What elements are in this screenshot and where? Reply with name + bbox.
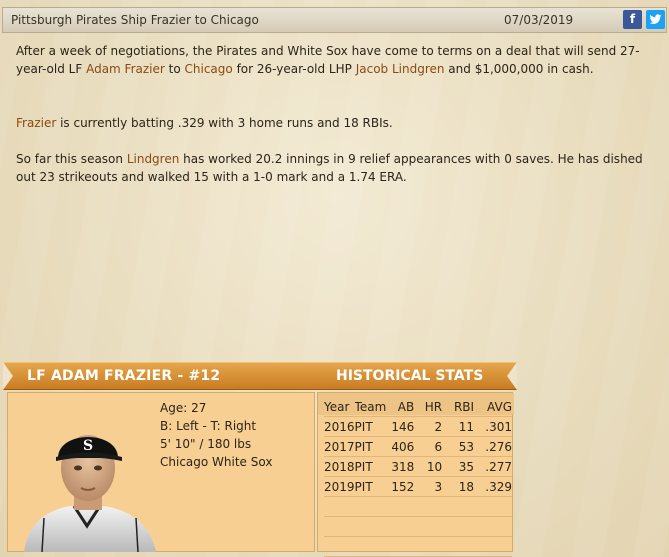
empty-row xyxy=(324,536,512,557)
article-paragraph: After a week of negotiations, the Pirate… xyxy=(16,42,646,78)
cell-year: 2016 xyxy=(324,416,355,437)
player-card: LF ADAM FRAZIER - #12 HISTORICAL STATS S… xyxy=(3,362,517,557)
col-year[interactable]: Year xyxy=(324,397,355,417)
player-link-frazier[interactable]: Frazier xyxy=(16,116,56,130)
historical-stats-table: Year Team AB HR RBI AVG 2016 PIT 146 2 1… xyxy=(324,397,512,557)
player-portrait: S xyxy=(24,435,156,552)
table-row: 2018 PIT 318 10 35 .277 xyxy=(324,456,512,477)
player-height-weight: 5' 10" / 180 lbs xyxy=(160,437,252,451)
cell-rbi: 53 xyxy=(442,436,475,457)
table-row: 2016 PIT 146 2 11 .301 xyxy=(324,416,512,437)
cell-hr: 3 xyxy=(414,476,443,497)
player-link-jacob-lindgren[interactable]: Jacob Lindgren xyxy=(356,62,445,76)
cell-rbi: 11 xyxy=(442,416,475,437)
twitter-icon[interactable] xyxy=(646,10,665,29)
player-card-title: LF ADAM FRAZIER - #12 xyxy=(27,368,221,384)
ribbon-notch-left xyxy=(3,362,13,390)
cell-team: PIT xyxy=(354,416,387,437)
table-row: 2019 PIT 152 3 18 .329 xyxy=(324,476,512,497)
empty-row xyxy=(324,496,512,517)
player-bats-throws: B: Left - T: Right xyxy=(160,419,257,433)
player-info: Age: 27 B: Left - T: Right 5' 10" / 180 … xyxy=(160,399,272,471)
player-info-panel: S Age: 27 B: Left - T: Right 5' 10" / 18… xyxy=(7,392,315,552)
cell-year: 2017 xyxy=(324,436,355,457)
col-rbi[interactable]: RBI xyxy=(442,397,475,417)
article-text: is currently batting .329 with 3 home ru… xyxy=(56,116,393,130)
col-ab[interactable]: AB xyxy=(386,397,415,417)
news-title: Pittsburgh Pirates Ship Frazier to Chica… xyxy=(11,13,259,27)
cell-rbi: 35 xyxy=(442,456,475,477)
cell-avg: .277 xyxy=(474,456,512,477)
cell-team: PIT xyxy=(354,436,387,457)
cell-ab: 318 xyxy=(386,456,415,477)
player-card-header: LF ADAM FRAZIER - #12 HISTORICAL STATS xyxy=(3,362,517,390)
cell-avg: .329 xyxy=(474,476,512,497)
cell-avg: .301 xyxy=(474,416,512,437)
historical-stats-panel: Year Team AB HR RBI AVG 2016 PIT 146 2 1… xyxy=(317,392,514,557)
cell-hr: 2 xyxy=(414,416,443,437)
cell-team: PIT xyxy=(354,476,387,497)
article-paragraph: So far this season Lindgren has worked 2… xyxy=(16,150,646,186)
cell-ab: 152 xyxy=(386,476,415,497)
historical-stats-title: HISTORICAL STATS xyxy=(336,368,484,384)
stats-header-row: Year Team AB HR RBI AVG xyxy=(324,397,512,417)
player-link-adam-frazier[interactable]: Adam Frazier xyxy=(86,62,165,76)
cell-avg: .276 xyxy=(474,436,512,457)
col-avg[interactable]: AVG xyxy=(474,397,512,417)
svg-text:S: S xyxy=(83,438,93,454)
empty-row xyxy=(324,516,512,537)
col-hr[interactable]: HR xyxy=(414,397,443,417)
ribbon-notch-right xyxy=(507,362,517,390)
player-link-lindgren[interactable]: Lindgren xyxy=(127,152,180,166)
facebook-icon[interactable]: f xyxy=(623,10,642,29)
table-row: 2017 PIT 406 6 53 .276 xyxy=(324,436,512,457)
article-paragraph: Frazier is currently batting .329 with 3… xyxy=(16,114,393,132)
cell-team: PIT xyxy=(354,456,387,477)
cell-rbi: 18 xyxy=(442,476,475,497)
cell-ab: 406 xyxy=(386,436,415,457)
article-text: So far this season xyxy=(16,152,127,166)
article-text: to xyxy=(164,62,185,76)
cell-ab: 146 xyxy=(386,416,415,437)
article-text: and $1,000,000 in cash. xyxy=(444,62,594,76)
team-link-chicago[interactable]: Chicago xyxy=(185,62,233,76)
article-text: for 26-year-old LHP xyxy=(232,62,356,76)
news-header-bar: Pittsburgh Pirates Ship Frazier to Chica… xyxy=(2,7,667,33)
col-team[interactable]: Team xyxy=(354,397,387,417)
cell-year: 2019 xyxy=(324,476,355,497)
news-date: 07/03/2019 xyxy=(504,13,574,27)
player-team: Chicago White Sox xyxy=(160,455,273,469)
cell-year: 2018 xyxy=(324,456,355,477)
cell-hr: 10 xyxy=(414,456,443,477)
player-age: Age: 27 xyxy=(160,401,207,415)
cell-hr: 6 xyxy=(414,436,443,457)
